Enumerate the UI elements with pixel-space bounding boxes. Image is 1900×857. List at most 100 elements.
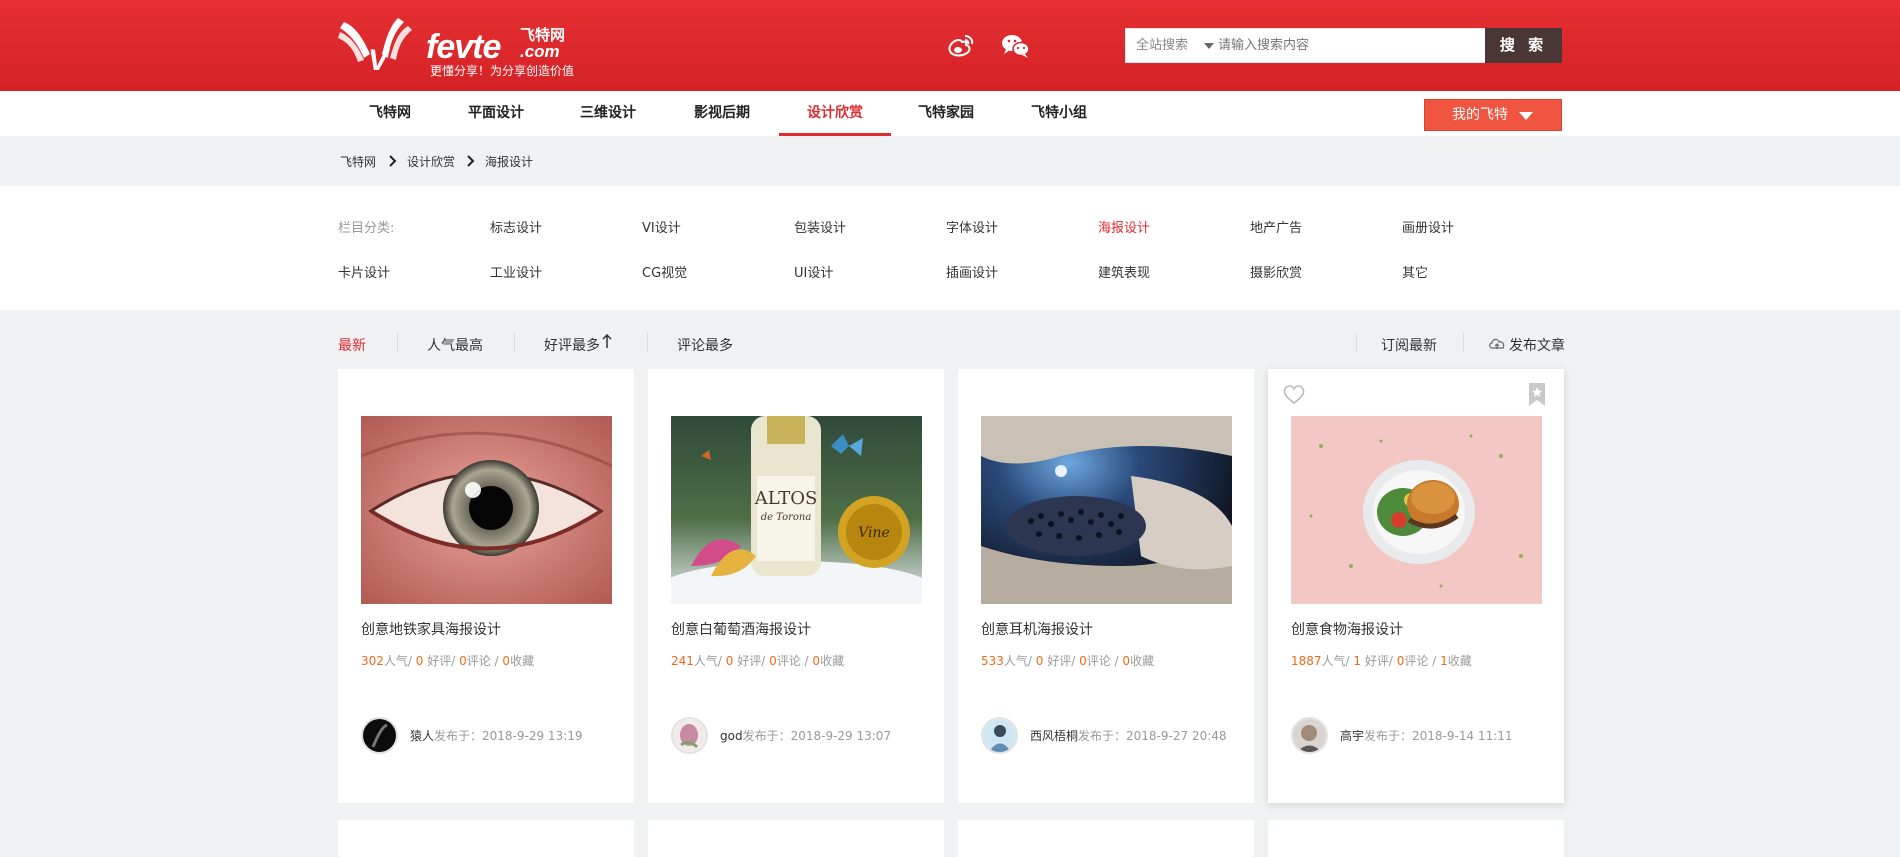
views-count: 533 <box>981 654 1004 668</box>
burger-plate-image <box>1291 416 1542 604</box>
avatar[interactable] <box>671 717 708 754</box>
author-name[interactable]: god <box>720 729 743 743</box>
main-nav: 飞特网 平面设计 三维设计 影视后期 设计欣赏 飞特家园 飞特小组 我的飞特 <box>0 91 1900 136</box>
nav-item-groups[interactable]: 飞特小组 <box>1031 91 1087 136</box>
poster-thumbnail[interactable] <box>981 416 1232 604</box>
category-item-active[interactable]: 海报设计 <box>1098 217 1150 236</box>
nav-item-community[interactable]: 飞特家园 <box>918 91 974 136</box>
nav-item-3d[interactable]: 三维设计 <box>580 91 636 136</box>
card-title[interactable]: 创意耳机海报设计 <box>981 619 1093 639</box>
author-name[interactable]: 猿人 <box>410 729 434 743</box>
category-item[interactable]: 卡片设计 <box>338 262 390 281</box>
nav-item-graphic[interactable]: 平面设计 <box>468 91 524 136</box>
site-logo[interactable]: V fevte 飞特网 .com 更懂分享！为分享创造价值 <box>338 14 578 78</box>
category-item[interactable]: CG视觉 <box>642 262 687 281</box>
search-button[interactable]: 搜 索 <box>1485 28 1562 63</box>
poster-thumbnail[interactable] <box>361 416 612 604</box>
likes-label: 好评/ <box>733 654 770 668</box>
avatar[interactable] <box>1291 717 1328 754</box>
sort-tab-most-comments[interactable]: 评论最多 <box>677 335 733 355</box>
avatar[interactable] <box>361 717 398 754</box>
bookmark-icon[interactable] <box>1528 382 1546 407</box>
category-item[interactable]: 字体设计 <box>946 217 998 236</box>
arrow-up-icon <box>602 333 612 348</box>
card-stats: 302人气/ 0 好评/ 0评论 / 0收藏 <box>361 652 534 669</box>
wechat-icon[interactable] <box>1001 32 1030 60</box>
comments-label: 评论 / <box>1404 654 1441 668</box>
author-name[interactable]: 高宇 <box>1340 729 1364 743</box>
search-input[interactable] <box>1218 30 1448 61</box>
poster-card[interactable] <box>338 820 634 857</box>
weibo-icon[interactable] <box>947 32 975 60</box>
category-item[interactable]: 建筑表现 <box>1098 262 1150 281</box>
cloud-upload-icon <box>1489 338 1505 349</box>
card-author: 高宇发布于：2018-9-14 11:11 <box>1340 727 1513 744</box>
category-item[interactable]: 地产广告 <box>1250 217 1302 236</box>
sort-tab-most-liked[interactable]: 好评最多 <box>544 335 600 355</box>
category-filter: 栏目分类: 标志设计 VI设计 包装设计 字体设计 海报设计 地产广告 画册设计… <box>0 186 1900 310</box>
poster-card[interactable]: 创意地铁家具海报设计 302人气/ 0 好评/ 0评论 / 0收藏 猿人发布于：… <box>338 369 634 803</box>
chevron-down-icon[interactable] <box>1204 43 1214 49</box>
category-item[interactable]: 插画设计 <box>946 262 998 281</box>
chevron-down-icon <box>1519 112 1533 120</box>
avatar[interactable] <box>981 717 1018 754</box>
category-item[interactable]: VI设计 <box>642 217 681 236</box>
publish-article-link[interactable]: 发布文章 <box>1509 335 1565 355</box>
poster-card[interactable]: 创意耳机海报设计 533人气/ 0 好评/ 0评论 / 0收藏 西风梧桐发布于：… <box>958 369 1254 803</box>
divider <box>514 332 515 352</box>
my-fevte-label: 我的飞特 <box>1452 107 1508 123</box>
category-item[interactable]: 工业设计 <box>490 262 542 281</box>
comments-label: 评论 / <box>466 654 503 668</box>
poster-thumbnail[interactable]: ALTOS de Torona Vine <box>671 416 922 604</box>
breadcrumb: 飞特网 设计欣赏 海报设计 <box>0 136 1900 186</box>
category-item[interactable]: 其它 <box>1402 262 1428 281</box>
breadcrumb-home[interactable]: 飞特网 <box>340 153 376 170</box>
breadcrumb-section[interactable]: 设计欣赏 <box>407 153 455 170</box>
favorites-label: 收藏 <box>1447 654 1472 668</box>
poster-card[interactable]: ALTOS de Torona Vine 创意白葡萄酒海报设计 241人气/ 0… <box>648 369 944 803</box>
favorites-count: 1 <box>1440 654 1448 668</box>
post-date: 发布于：2018-9-14 11:11 <box>1364 729 1513 743</box>
bottle-label-text: ALTOS <box>754 488 818 509</box>
views-count: 241 <box>671 654 694 668</box>
category-item[interactable]: 包装设计 <box>794 217 846 236</box>
card-title[interactable]: 创意白葡萄酒海报设计 <box>671 619 811 639</box>
category-item[interactable]: 摄影欣赏 <box>1250 262 1302 281</box>
divider <box>1356 332 1357 352</box>
card-title[interactable]: 创意地铁家具海报设计 <box>361 619 501 639</box>
breadcrumb-current[interactable]: 海报设计 <box>485 153 533 170</box>
logo-domain: .com <box>520 42 560 61</box>
comments-label: 评论 / <box>776 654 813 668</box>
sort-tab-newest[interactable]: 最新 <box>338 335 366 355</box>
subscribe-latest-link[interactable]: 订阅最新 <box>1381 335 1437 355</box>
post-date: 发布于：2018-9-29 13:07 <box>742 729 892 743</box>
card-stats: 533人气/ 0 好评/ 0评论 / 0收藏 <box>981 652 1154 669</box>
views-count: 302 <box>361 654 384 668</box>
category-item[interactable]: UI设计 <box>794 262 833 281</box>
comments-count: 0 <box>769 654 777 668</box>
card-title[interactable]: 创意食物海报设计 <box>1291 619 1403 639</box>
sort-tab-popular[interactable]: 人气最高 <box>427 335 483 355</box>
nav-item-home[interactable]: 飞特网 <box>362 91 418 136</box>
nav-item-design-appreciation[interactable]: 设计欣赏 <box>779 91 891 136</box>
divider <box>397 332 398 352</box>
favorites-count: 0 <box>502 654 511 668</box>
chevron-right-icon <box>467 155 475 167</box>
poster-card[interactable] <box>648 820 944 857</box>
category-item[interactable]: 画册设计 <box>1402 217 1454 236</box>
search-bar: 全站搜索 搜 索 <box>1125 28 1562 63</box>
search-scope-select[interactable]: 全站搜索 <box>1136 29 1188 62</box>
poster-card[interactable] <box>958 820 1254 857</box>
post-date: 发布于：2018-9-27 20:48 <box>1078 729 1227 743</box>
category-item[interactable]: 标志设计 <box>490 217 542 236</box>
category-label: 栏目分类: <box>338 221 395 236</box>
heart-icon[interactable] <box>1282 383 1306 405</box>
poster-thumbnail[interactable] <box>1291 416 1542 604</box>
my-fevte-button[interactable]: 我的飞特 <box>1424 99 1562 131</box>
poster-card[interactable] <box>1268 820 1564 857</box>
likes-label: 好评/ <box>1043 654 1080 668</box>
author-name[interactable]: 西风梧桐 <box>1030 729 1078 743</box>
nav-item-video[interactable]: 影视后期 <box>694 91 750 136</box>
poster-card[interactable]: 创意食物海报设计 1887人气/ 1 好评/ 0评论 / 1收藏 高宇发布于：2… <box>1268 369 1564 803</box>
favorites-label: 收藏 <box>1130 654 1155 668</box>
